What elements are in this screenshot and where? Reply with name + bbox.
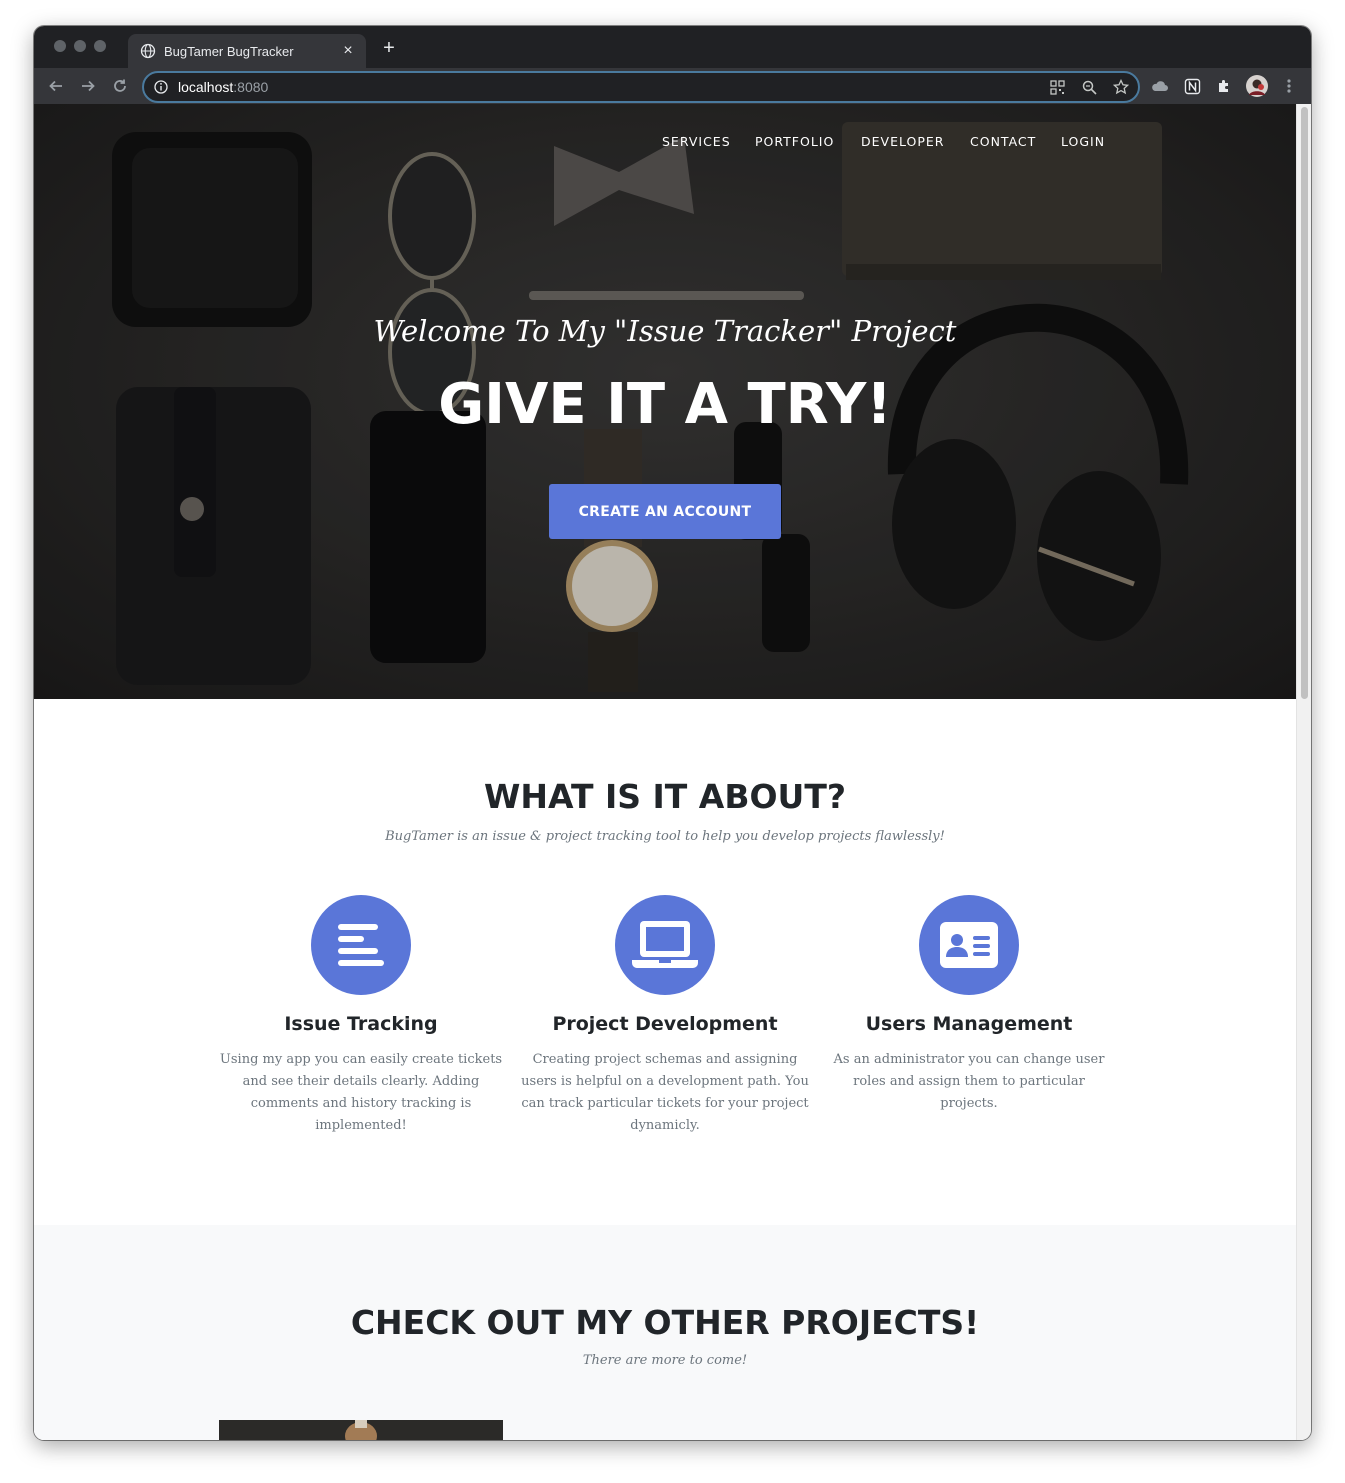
portfolio-section: CHECK OUT MY OTHER PROJECTS! There are m… xyxy=(34,1225,1296,1440)
tab-strip: BugTamer BugTracker × + xyxy=(34,26,1311,68)
service-issue-tracking: Issue Tracking Using my app you can easi… xyxy=(216,895,506,1137)
globe-icon xyxy=(140,43,156,59)
service-heading: Project Development xyxy=(552,1013,778,1035)
close-window-button[interactable] xyxy=(54,40,66,52)
hero-title: GIVE IT A TRY! xyxy=(438,372,892,437)
service-text: Using my app you can easily create ticke… xyxy=(219,1052,503,1133)
browser-menu-icon[interactable] xyxy=(1280,77,1298,95)
nav-link-contact[interactable]: CONTACT xyxy=(970,134,1036,149)
bookmark-star-icon[interactable] xyxy=(1112,78,1130,96)
scrollbar-thumb[interactable] xyxy=(1301,107,1308,699)
extensions-puzzle-icon[interactable] xyxy=(1215,77,1233,95)
maximize-window-button[interactable] xyxy=(94,40,106,52)
url-host: localhost xyxy=(178,79,234,95)
notion-extension-icon[interactable] xyxy=(1183,77,1201,95)
service-heading: Issue Tracking xyxy=(284,1013,438,1035)
laptop-icon xyxy=(615,895,715,995)
qr-code-icon[interactable] xyxy=(1048,78,1066,96)
portfolio-subtitle: There are more to come! xyxy=(582,1353,748,1368)
nav-link-services[interactable]: SERVICES xyxy=(662,134,731,149)
back-icon[interactable] xyxy=(46,76,66,96)
hero-subtitle: Welcome To My "Issue Tracker" Project xyxy=(373,314,957,348)
main-nav: SERVICES PORTFOLIO DEVELOPER CONTACT LOG… xyxy=(34,134,1296,154)
service-heading: Users Management xyxy=(865,1013,1073,1035)
address-bar[interactable]: localhost:8080 xyxy=(142,71,1140,103)
avatar[interactable] xyxy=(1246,75,1268,97)
browser-tab[interactable]: BugTamer BugTracker × xyxy=(128,34,366,68)
portfolio-item-thumbnail[interactable] xyxy=(219,1420,503,1440)
create-account-button[interactable]: CREATE AN ACCOUNT xyxy=(549,484,781,539)
service-project-development: Project Development Creating project sch… xyxy=(520,895,810,1137)
reload-icon[interactable] xyxy=(110,76,130,96)
url-port: :8080 xyxy=(233,79,269,95)
page-scrollbar[interactable] xyxy=(1296,104,1311,1440)
browser-toolbar: localhost:8080 xyxy=(34,68,1311,104)
minimize-window-button[interactable] xyxy=(74,40,86,52)
cloud-extension-icon[interactable] xyxy=(1151,77,1169,95)
tab-close-icon[interactable]: × xyxy=(340,43,356,59)
info-icon[interactable] xyxy=(154,80,168,94)
nav-link-developer[interactable]: DEVELOPER xyxy=(861,134,944,149)
service-text: As an administrator you can change user … xyxy=(833,1052,1105,1111)
service-text: Creating project schemas and assigning u… xyxy=(521,1052,809,1133)
zoom-icon[interactable] xyxy=(1080,78,1098,96)
portfolio-title: CHECK OUT MY OTHER PROJECTS! xyxy=(350,1303,980,1342)
id-card-icon xyxy=(919,895,1019,995)
service-users-management: Users Management As an administrator you… xyxy=(824,895,1114,1115)
about-subtitle: BugTamer is an issue & project tracking … xyxy=(385,829,945,844)
browser-window: BugTamer BugTracker × + localhost:8080 xyxy=(34,26,1311,1440)
about-section: WHAT IS IT ABOUT? BugTamer is an issue &… xyxy=(34,699,1296,1225)
nav-link-login[interactable]: LOGIN xyxy=(1061,134,1105,149)
about-title: WHAT IS IT ABOUT? xyxy=(483,777,846,816)
new-tab-button[interactable]: + xyxy=(378,38,400,58)
hero-section: SERVICES PORTFOLIO DEVELOPER CONTACT LOG… xyxy=(34,104,1296,699)
tab-title: BugTamer BugTracker xyxy=(164,43,294,59)
forward-icon[interactable] xyxy=(78,76,98,96)
page-viewport: SERVICES PORTFOLIO DEVELOPER CONTACT LOG… xyxy=(34,104,1296,1440)
nav-link-portfolio[interactable]: PORTFOLIO xyxy=(755,134,834,149)
align-left-icon xyxy=(311,895,411,995)
